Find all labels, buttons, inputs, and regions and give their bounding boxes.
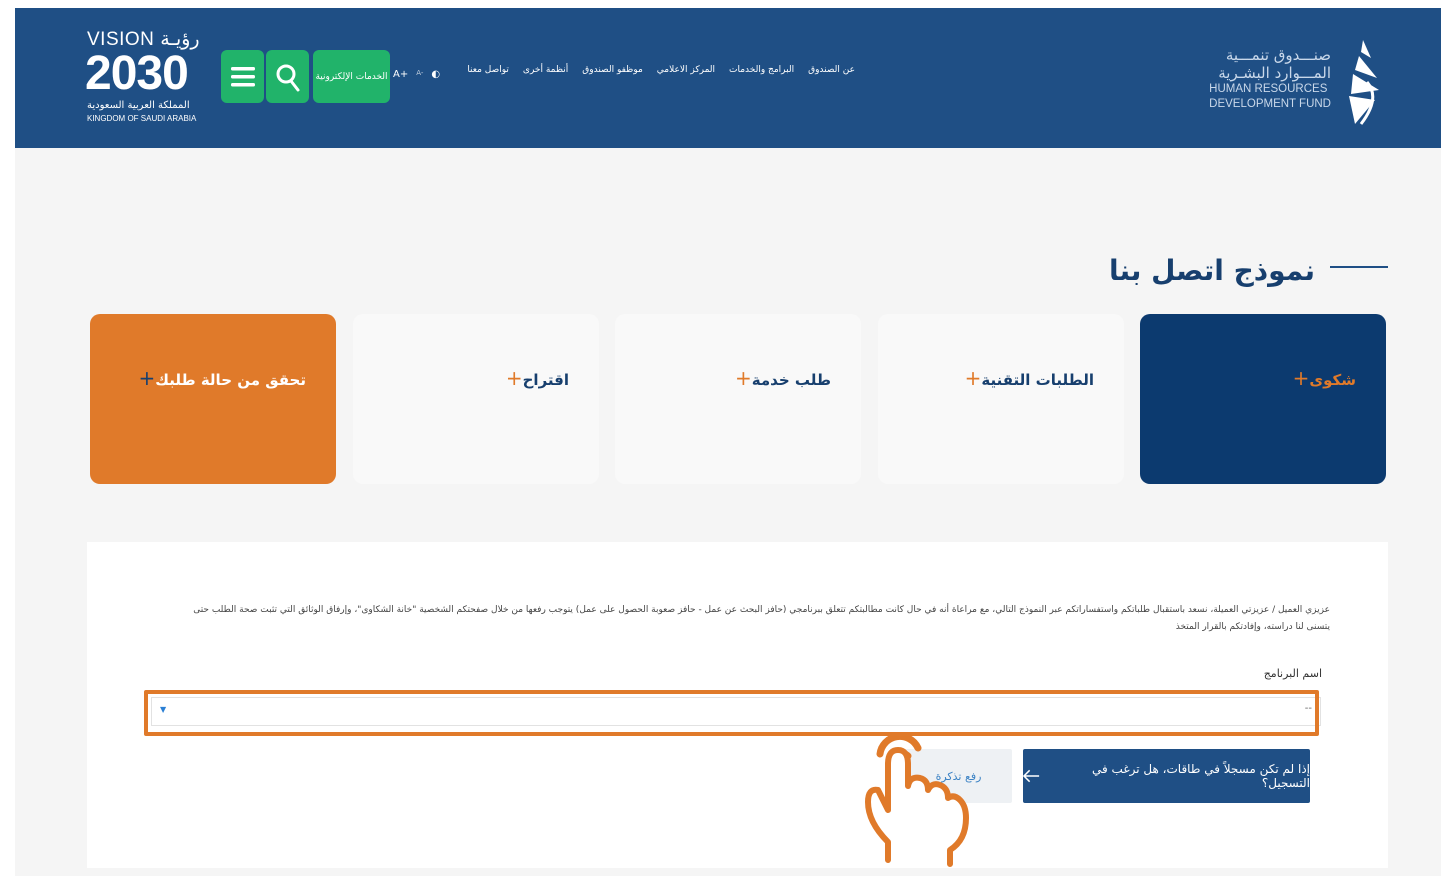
font-increase-button[interactable]: A+ xyxy=(393,69,408,80)
nav-other-systems[interactable]: أنظمة أخرى xyxy=(523,65,568,75)
card-technical-label: الطلبات التقنية xyxy=(981,371,1094,389)
hrdf-ar-line1: صنـــدوق تنمـــية xyxy=(1225,46,1331,64)
eservices-button[interactable]: الخدمات الإلكترونية xyxy=(313,50,390,103)
card-complaint-label: شكوى xyxy=(1309,371,1356,389)
plus-icon: + xyxy=(138,366,156,390)
form-intro-text: عزيزي العميل / عزيزتي العميلة، نسعد باست… xyxy=(193,605,1330,632)
card-complaint[interactable]: شكوى+ xyxy=(1140,314,1386,484)
search-button[interactable] xyxy=(266,50,309,103)
hrdf-logo-text: صنـــدوق تنمـــية المـــوارد البشـرية HU… xyxy=(1209,46,1331,112)
hrdf-ar-line2: المـــوارد البشـرية xyxy=(1218,64,1331,82)
pointer-hand-icon xyxy=(865,732,969,867)
search-icon xyxy=(276,64,299,91)
plus-icon: + xyxy=(1292,366,1310,390)
plus-icon: + xyxy=(735,366,752,390)
plus-icon: + xyxy=(505,366,523,390)
plus-icon: + xyxy=(964,366,982,390)
vision-year: 2030 xyxy=(85,47,189,100)
register-taqat-label: إذا لم تكن مسجلاً في طاقات، هل ترغب في ا… xyxy=(1092,762,1310,790)
register-taqat-button[interactable]: إذا لم تكن مسجلاً في طاقات، هل ترغب في ا… xyxy=(1023,749,1310,803)
vision-2030-logo: VISION رؤيـة 2030 المملكة العربية السعود… xyxy=(85,28,210,128)
arrow-left-icon xyxy=(1023,769,1040,783)
vision-en-text: KINGDOM OF SAUDI ARABIA xyxy=(87,114,197,123)
hrdf-logo[interactable]: صنـــدوق تنمـــية المـــوارد البشـرية HU… xyxy=(1121,38,1381,128)
nav-about[interactable]: عن الصندوق xyxy=(808,65,855,75)
hrdf-en-line2: DEVELOPMENT FUND xyxy=(1209,98,1331,110)
nav-contact[interactable]: تواصل معنا xyxy=(467,65,509,75)
title-decoration-line xyxy=(1330,266,1388,268)
contrast-icon[interactable]: ◐ xyxy=(431,69,440,80)
card-suggestion-label: اقتراح xyxy=(522,371,569,389)
vision-ar-text: المملكة العربية السعودية xyxy=(87,100,190,111)
select-highlight-frame xyxy=(144,690,1319,736)
card-suggestion[interactable]: اقتراح+ xyxy=(353,314,599,484)
hrdf-emblem-icon xyxy=(1349,40,1379,125)
nav-employees[interactable]: موظفو الصندوق xyxy=(582,65,643,75)
card-service-request[interactable]: طلب خدمة+ xyxy=(615,314,861,484)
card-check-status[interactable]: تحقق من حالة طلبك+ xyxy=(90,314,336,484)
hamburger-menu-icon xyxy=(230,66,255,86)
nav-programs[interactable]: البرامج والخدمات xyxy=(729,65,794,75)
nav-media[interactable]: المركز الاعلامي xyxy=(657,65,715,75)
card-service-label: طلب خدمة xyxy=(751,371,831,389)
main-nav: عن الصندوق البرامج والخدمات المركز الاعل… xyxy=(455,65,855,75)
hrdf-en-line1: HUMAN RESOURCES xyxy=(1209,83,1328,95)
card-status-label: تحقق من حالة طلبك xyxy=(155,371,306,389)
font-decrease-button[interactable]: A- xyxy=(416,69,423,80)
menu-button[interactable] xyxy=(221,50,264,103)
accessibility-tools: A+ A- ◐ xyxy=(393,69,440,80)
card-technical-requests[interactable]: الطلبات التقنية+ xyxy=(878,314,1124,484)
page-title: نموذج اتصل بنا xyxy=(1108,254,1315,287)
program-name-label: اسم البرنامج xyxy=(1263,667,1322,680)
